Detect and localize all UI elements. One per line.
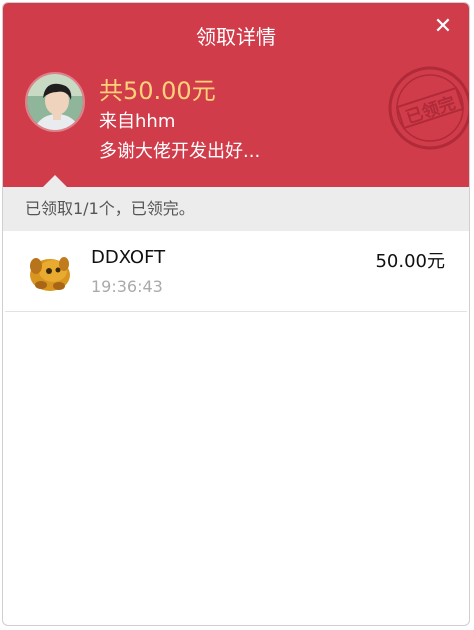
sender-avatar [25,72,85,132]
header-panel: 领取详情 ✕ 共50.00元 来自hhm 多谢大佬开发出好... 已领完 [3,3,469,187]
claim-record-row[interactable]: DDXOFT 19:36:43 50.00元 [5,231,467,312]
claimed-amount: 50.00元 [375,251,445,272]
claimer-name: DDXOFT [91,247,166,268]
claim-status-bar: 已领取1/1个，已领完。 [3,187,469,231]
claimer-avatar-image [27,249,73,295]
sender-name: 来自hhm [99,111,176,132]
claim-status-text: 已领取1/1个，已领完。 [25,199,195,218]
claim-time: 19:36:43 [91,277,163,296]
sender-avatar-image [27,74,83,130]
window-title: 领取详情 [196,25,276,49]
total-amount: 共50.00元 [99,77,216,105]
claimer-avatar [27,249,73,295]
greeting-message: 多谢大佬开发出好... [99,141,261,162]
claim-record-list: DDXOFT 19:36:43 50.00元 [3,231,469,312]
pointer-notch [43,175,67,187]
claimed-stamp: 已领完 [385,63,469,153]
red-packet-detail-window: 领取详情 ✕ 共50.00元 来自hhm 多谢大佬开发出好... 已领完 已领取… [2,2,470,626]
close-icon[interactable]: ✕ [431,15,455,39]
